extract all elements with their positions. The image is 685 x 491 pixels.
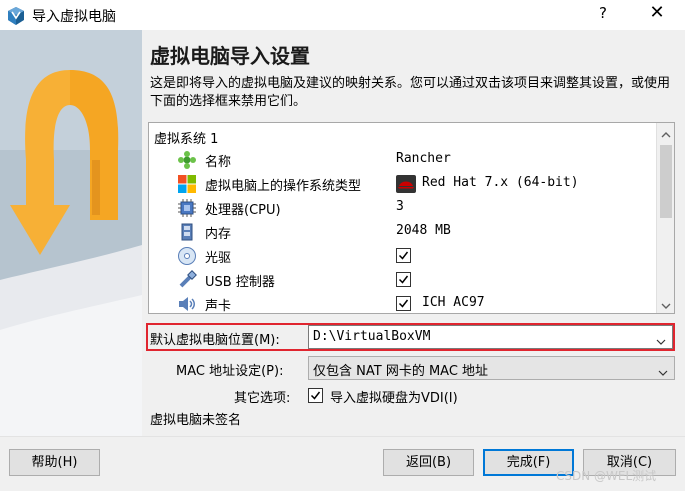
chevron-down-icon: [656, 334, 666, 349]
redhat-icon: [396, 175, 416, 193]
watermark: CSDN @WEL测试: [556, 469, 657, 483]
audio-icon: [177, 294, 197, 313]
tree-row-label: 内存: [205, 227, 232, 242]
mac-policy-combo[interactable]: 仅包含 NAT 网卡的 MAC 地址: [308, 356, 675, 380]
scroll-down-arrow-icon[interactable]: [660, 299, 672, 313]
tree-row-os-type[interactable]: 虚拟电脑上的操作系统类型 Red Hat 7.x (64-bit): [149, 172, 654, 196]
mac-policy-label: MAC 地址设定(P):: [176, 364, 284, 379]
other-options-label: 其它选项:: [234, 391, 291, 406]
audio-checkbox[interactable]: [396, 296, 411, 311]
tree-row-label: 虚拟电脑上的操作系统类型: [205, 179, 362, 194]
tree-row-value[interactable]: 3: [396, 199, 404, 214]
page-title: 虚拟电脑导入设置: [150, 44, 310, 68]
optical-drive-checkbox[interactable]: [396, 248, 411, 263]
tree-row-label: 处理器(CPU): [205, 203, 281, 218]
tree-row-value[interactable]: Rancher: [396, 151, 451, 166]
chevron-down-icon: [658, 365, 668, 380]
import-vdi-label[interactable]: 导入虚拟硬盘为VDI(I): [330, 387, 458, 406]
usb-checkbox[interactable]: [396, 272, 411, 287]
cpu-icon: [177, 198, 197, 218]
os-type-icon: [177, 174, 197, 194]
mac-policy-value: 仅包含 NAT 网卡的 MAC 地址: [313, 364, 489, 379]
optical-drive-icon: [177, 246, 197, 266]
appliance-settings-tree[interactable]: 虚拟系统 1 名称 Rancher 虚拟电脑上的操作系统类型 Red Hat 7…: [148, 122, 675, 314]
tree-row-value[interactable]: Red Hat 7.x (64-bit): [422, 175, 579, 190]
tree-row-optical-drive[interactable]: 光驱: [149, 244, 654, 268]
tree-row-label: 名称: [205, 155, 232, 170]
close-button[interactable]: ✕: [644, 2, 670, 26]
window-title: 导入虚拟电脑: [32, 9, 116, 25]
usb-icon: [177, 270, 197, 290]
location-combo[interactable]: D:\VirtualBoxVM: [308, 325, 673, 349]
tree-row-value[interactable]: ICH AC97: [422, 295, 485, 310]
location-label: 默认虚拟电脑位置(M):: [150, 333, 280, 348]
mac-policy-row: MAC 地址设定(P): 仅包含 NAT 网卡的 MAC 地址: [176, 356, 675, 380]
import-vdi-checkbox[interactable]: [308, 388, 323, 403]
scroll-up-arrow-icon[interactable]: [660, 128, 672, 143]
tree-row-label: 声卡: [205, 299, 232, 314]
tree-row-label: USB 控制器: [205, 275, 275, 290]
tree-row-name[interactable]: 名称 Rancher: [149, 148, 654, 172]
scroll-thumb[interactable]: [660, 145, 672, 218]
back-button[interactable]: 返回(B): [383, 449, 474, 476]
wizard-side-graphic: [0, 30, 142, 436]
tree-row-cpu[interactable]: 处理器(CPU) 3: [149, 196, 654, 220]
unsigned-status: 虚拟电脑未签名: [150, 413, 242, 428]
location-value: D:\VirtualBoxVM: [313, 329, 431, 344]
memory-icon: [177, 222, 197, 242]
tree-row-audio[interactable]: 声卡 ICH AC97: [149, 292, 654, 314]
tree-row-memory[interactable]: 内存 2048 MB: [149, 220, 654, 244]
page-description: 这是即将导入的虚拟电脑及建议的映射关系。您可以通过双击该项目来调整其设置，或使用…: [150, 76, 671, 109]
tree-row-value[interactable]: 2048 MB: [396, 223, 451, 238]
help-button[interactable]: 帮助(H): [9, 449, 100, 476]
help-title-button[interactable]: ?: [594, 4, 612, 26]
name-icon: [177, 150, 197, 170]
tree-row-usb[interactable]: USB 控制器: [149, 268, 654, 292]
tree-row-label: 光驱: [205, 251, 232, 266]
virtualbox-icon: [6, 6, 26, 26]
other-options-row: 其它选项: 导入虚拟硬盘为VDI(I): [234, 383, 514, 407]
virtual-system-header[interactable]: 虚拟系统 1: [154, 128, 218, 147]
location-row: 默认虚拟电脑位置(M): D:\VirtualBoxVM: [150, 325, 673, 349]
tree-scrollbar[interactable]: [656, 123, 674, 313]
title-bar: 导入虚拟电脑 ? ✕: [0, 0, 685, 30]
